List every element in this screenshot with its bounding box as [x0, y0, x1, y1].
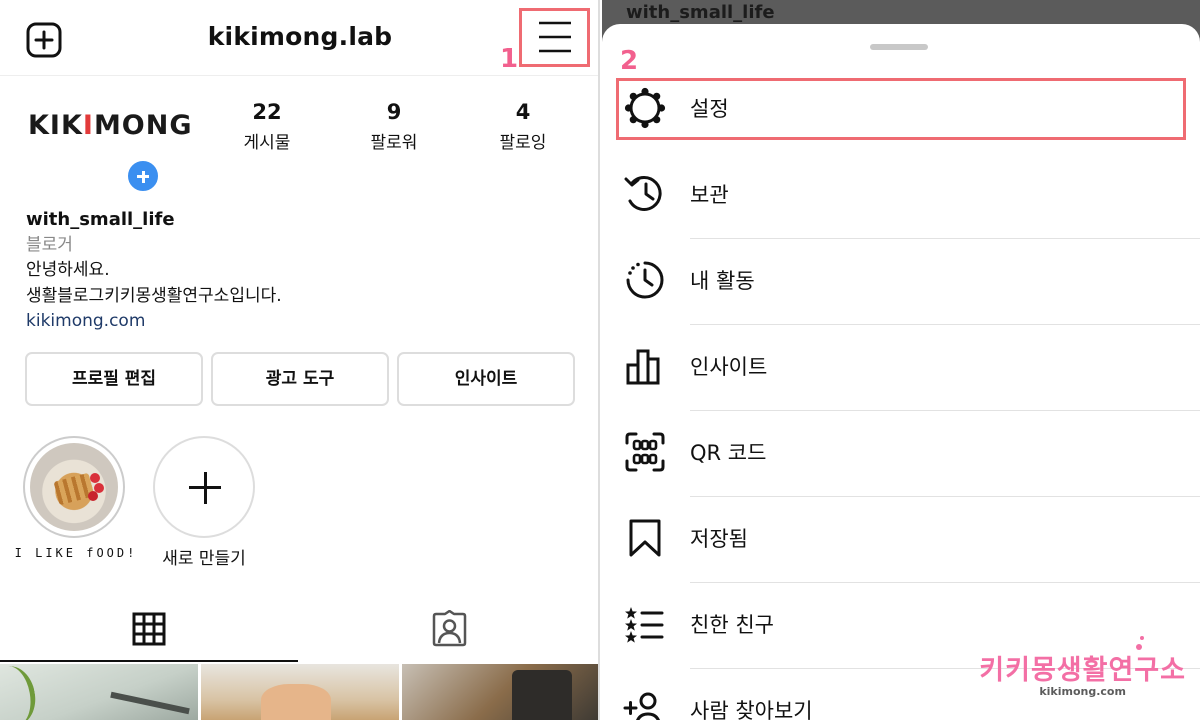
menu-screen: with_small_life 2 설정 보관 내 활동 인사이트 QR 코드 … [602, 0, 1200, 720]
watermark-text: 키키몽생활연구소 [979, 655, 1186, 686]
stat-followers-count: 9 [386, 100, 402, 124]
close-friends-list-icon [625, 607, 664, 643]
highlight-food[interactable] [23, 436, 125, 538]
menu-item-archive[interactable]: 보관 [602, 153, 1200, 239]
person-tag-icon [432, 610, 467, 647]
menu-item-qr-code[interactable]: QR 코드 [602, 411, 1200, 497]
stat-posts-label: 게시물 [243, 133, 291, 153]
menu-item-close-friends-label: 친한 친구 [690, 613, 774, 637]
bookmark-icon [629, 519, 661, 557]
menu-item-saved-label: 저장됨 [690, 527, 748, 551]
watermark-dots [1136, 636, 1146, 650]
bio-line-1: 안녕하세요. [26, 260, 110, 280]
bio-name: with_small_life [26, 209, 175, 230]
stat-followers[interactable]: 9 팔로워 [334, 100, 454, 153]
menu-bottom-sheet: 2 설정 보관 내 활동 인사이트 QR 코드 저장됨 친한 친구 사람 찾아보… [602, 24, 1200, 720]
menu-item-insights[interactable]: 인사이트 [602, 325, 1200, 411]
edit-profile-button[interactable]: 프로필 편집 [25, 352, 203, 406]
post-thumbnail-3[interactable] [402, 664, 598, 720]
menu-item-activity[interactable]: 내 활동 [602, 239, 1200, 325]
insights-button[interactable]: 인사이트 [397, 352, 575, 406]
post-thumbnail-1[interactable] [0, 664, 198, 720]
insights-bar-chart-icon [626, 349, 660, 385]
settings-highlight-box [616, 78, 1186, 140]
activity-clock-icon [626, 261, 664, 299]
bio-link[interactable]: kikimong.com [26, 309, 282, 335]
dimmed-username: with_small_life [626, 2, 775, 23]
stat-posts[interactable]: 22 게시물 [207, 100, 327, 153]
bio-category: 블로거 [26, 234, 73, 255]
archive-history-icon [624, 175, 662, 211]
menu-item-activity-label: 내 활동 [690, 269, 755, 293]
profile-logo[interactable]: KIKIMONG [28, 110, 193, 141]
bio-line-2: 생활블로그키키몽생활연구소입니다. [26, 285, 282, 306]
annotation-step-1: 1 [500, 44, 519, 74]
stat-following-label: 팔로잉 [499, 133, 547, 153]
hamburger-menu-icon[interactable] [537, 20, 573, 54]
profile-screen: kikimong.lab 1 KIKIMONG 22 게시물 9 팔로워 4 팔… [0, 0, 600, 720]
add-person-icon [623, 692, 660, 720]
qr-code-icon [625, 432, 665, 472]
watermark: 키키몽생활연구소 kikimong.com [979, 636, 1186, 698]
profile-bio: with_small_life 블로거 안녕하세요. 생활블로그키키몽생활연구소… [26, 207, 282, 335]
stat-posts-count: 22 [252, 100, 282, 124]
stat-followers-label: 팔로워 [370, 133, 418, 153]
sheet-drag-handle[interactable] [870, 44, 928, 50]
stat-following[interactable]: 4 팔로잉 [463, 100, 583, 153]
menu-item-insights-label: 인사이트 [690, 355, 768, 379]
menu-item-discover-people-label: 사람 찾아보기 [690, 699, 813, 720]
stat-following-count: 4 [515, 100, 531, 124]
post-thumbnail-2[interactable] [201, 664, 399, 720]
menu-item-qr-code-label: QR 코드 [690, 441, 767, 465]
highlight-food-label: I LIKE fOOD! [14, 546, 138, 560]
highlight-food-thumbnail [30, 443, 118, 531]
menu-item-archive-label: 보관 [690, 183, 729, 207]
ad-tools-button[interactable]: 광고 도구 [211, 352, 389, 406]
menu-item-saved[interactable]: 저장됨 [602, 497, 1200, 583]
grid-icon [132, 612, 166, 646]
new-highlight-label: 새로 만들기 [162, 549, 246, 569]
add-story-button[interactable] [125, 158, 161, 194]
new-highlight-button[interactable] [153, 436, 255, 538]
